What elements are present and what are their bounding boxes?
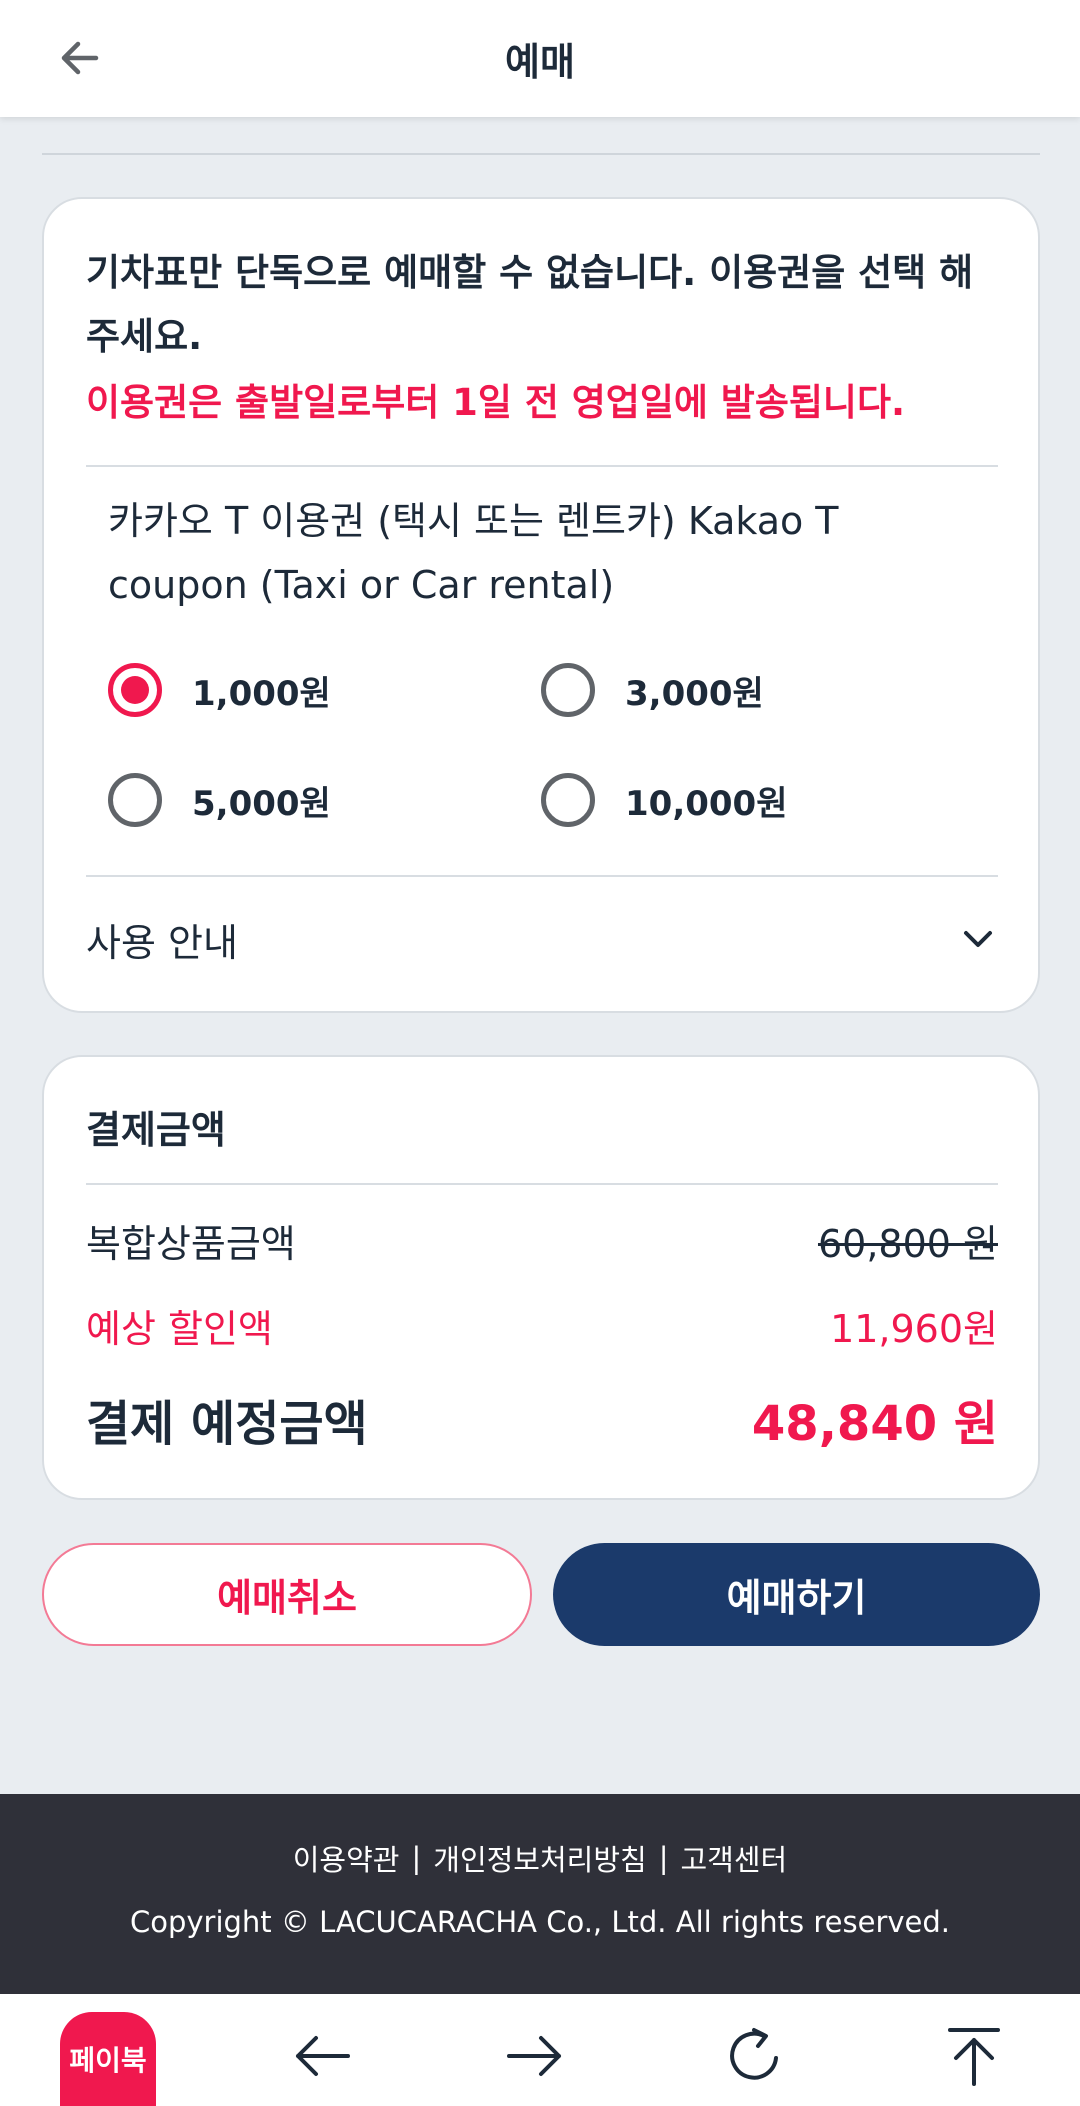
option-label: 3,000원	[625, 673, 764, 714]
payment-title: 결제금액	[86, 1108, 226, 1152]
logo-text: 페이북	[69, 2044, 147, 2077]
total-label: 결제 예정금액	[86, 1396, 368, 1452]
coupon-option-5000[interactable]: 5,000원	[108, 770, 331, 830]
coupon-option-10000[interactable]: 10,000원	[541, 770, 787, 830]
product-amount-row: 복합상품금액 60,800 원	[86, 1213, 998, 1268]
discount-value: 11,960원	[830, 1307, 998, 1351]
chevron-down-icon	[964, 931, 992, 947]
book-button[interactable]: 예매하기	[553, 1543, 1040, 1646]
support-link[interactable]: 고객센터	[681, 1837, 788, 1879]
terms-link[interactable]: 이용약관	[293, 1837, 400, 1879]
nav-back-button[interactable]	[284, 2018, 360, 2094]
browser-bottom-nav: 페이북	[0, 1994, 1080, 2106]
coupon-card: 기차표만 단독으로 예매할 수 없습니다. 이용권을 선택 해주세요. 이용권은…	[42, 197, 1040, 1013]
footer-separator: |	[658, 1841, 669, 1875]
total-row: 결제 예정금액 48,840 원	[86, 1384, 998, 1454]
arrow-left-icon	[296, 2036, 350, 2076]
back-button[interactable]	[50, 28, 110, 88]
nav-forward-button[interactable]	[497, 2018, 573, 2094]
usage-guide-toggle[interactable]: 사용 안내	[86, 909, 998, 969]
refresh-icon	[730, 2028, 778, 2080]
arrow-left-icon	[61, 41, 99, 75]
product-amount-label: 복합상품금액	[86, 1222, 296, 1266]
scroll-top-icon	[948, 2028, 1000, 2086]
nav-scroll-top-button[interactable]	[936, 2018, 1012, 2094]
total-value: 48,840 원	[751, 1396, 998, 1452]
divider	[86, 1183, 998, 1185]
discount-row: 예상 할인액 11,960원	[86, 1298, 998, 1353]
footer: 이용약관 | 개인정보처리방침 | 고객센터 Copyright © LACUC…	[0, 1794, 1080, 1994]
footer-links: 이용약관 | 개인정보처리방침 | 고객센터	[0, 1837, 1080, 1879]
page-title: 예매	[505, 40, 575, 84]
discount-label: 예상 할인액	[86, 1307, 273, 1351]
radio-unselected[interactable]	[541, 773, 595, 827]
divider	[86, 875, 998, 877]
usage-guide-label: 사용 안내	[86, 920, 238, 965]
coupon-delivery-notice: 이용권은 출발일로부터 1일 전 영업일에 발송됩니다.	[86, 381, 906, 424]
paybook-logo-button[interactable]: 페이북	[60, 2012, 156, 2106]
privacy-link[interactable]: 개인정보처리방침	[433, 1837, 646, 1879]
copyright: Copyright © LACUCARACHA Co., Ltd. All ri…	[129, 1905, 951, 1939]
radio-unselected[interactable]	[541, 663, 595, 717]
cancel-booking-button[interactable]: 예매취소	[42, 1543, 532, 1646]
coupon-notice: 기차표만 단독으로 예매할 수 없습니다. 이용권을 선택 해주세요.	[86, 251, 974, 358]
option-label: 10,000원	[625, 783, 788, 824]
section-divider	[42, 153, 1040, 155]
radio-selected[interactable]	[108, 663, 162, 717]
coupon-name: 카카오 T 이용권 (택시 또는 렌트카) Kakao T coupon (Ta…	[108, 499, 839, 607]
footer-separator: |	[411, 1841, 422, 1875]
radio-unselected[interactable]	[108, 773, 162, 827]
coupon-option-1000[interactable]: 1,000원	[108, 660, 331, 720]
arrow-right-icon	[507, 2036, 561, 2076]
divider	[86, 465, 998, 467]
nav-refresh-button[interactable]	[718, 2018, 794, 2094]
option-label: 5,000원	[192, 783, 331, 824]
coupon-option-3000[interactable]: 3,000원	[541, 660, 764, 720]
product-amount-value: 60,800 원	[817, 1222, 998, 1266]
app-header: 예매	[0, 0, 1080, 117]
option-label: 1,000원	[192, 673, 331, 714]
payment-card: 결제금액 복합상품금액 60,800 원 예상 할인액 11,960원 결제 예…	[42, 1055, 1040, 1500]
